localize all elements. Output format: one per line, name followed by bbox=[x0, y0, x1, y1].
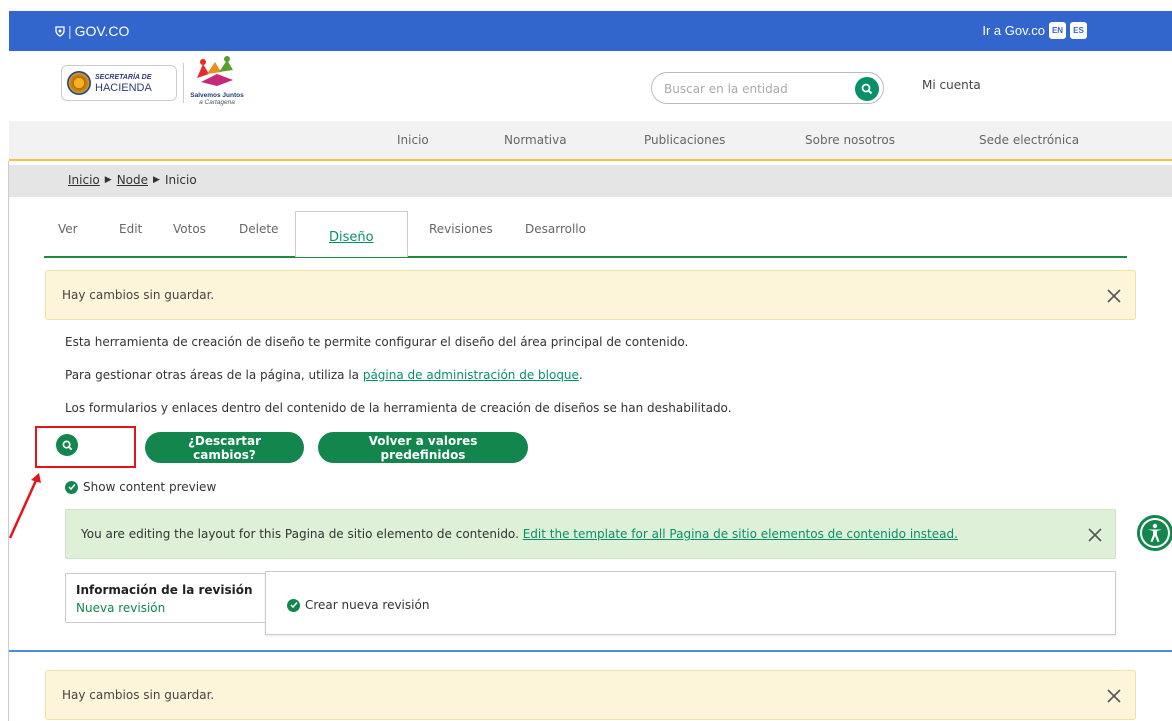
search-button[interactable] bbox=[855, 77, 879, 101]
chevron-right-icon: ▶ bbox=[153, 175, 160, 185]
govco-link[interactable]: Ir a Gov.co bbox=[982, 23, 1045, 38]
checkmark-icon bbox=[287, 598, 300, 612]
unsaved-alert-bottom: Hay cambios sin guardar. bbox=[45, 670, 1136, 720]
create-revision-checkbox[interactable]: Crear nueva revisión bbox=[287, 598, 429, 612]
intro-paragraph-3: Los formularios y enlaces dentro del con… bbox=[65, 401, 732, 415]
unsaved-alert-bottom-text: Hay cambios sin guardar. bbox=[62, 688, 215, 702]
lang-en-button[interactable]: EN bbox=[1049, 22, 1066, 39]
annotation-highlight-box bbox=[35, 426, 136, 468]
tab-delete[interactable]: Delete bbox=[239, 222, 278, 236]
close-icon[interactable] bbox=[1106, 688, 1122, 704]
intro-paragraph-1: Esta herramienta de creación de diseño t… bbox=[65, 335, 689, 349]
section-divider bbox=[9, 650, 1172, 652]
chevron-right-icon: ▶ bbox=[104, 175, 112, 185]
create-revision-label: Crear nueva revisión bbox=[305, 598, 430, 612]
intro-paragraph-2-end: . bbox=[578, 368, 583, 382]
seal-icon bbox=[67, 71, 91, 95]
content-preview-toggle[interactable]: Show content preview bbox=[65, 480, 216, 494]
breadcrumb-inicio[interactable]: Inicio bbox=[68, 173, 100, 187]
search-input[interactable] bbox=[664, 79, 834, 99]
tab-edit[interactable]: Edit bbox=[119, 222, 142, 236]
left-rail bbox=[8, 161, 9, 721]
govco-logo-text: GOV.CO bbox=[74, 23, 130, 39]
nav-item-sede-electronica[interactable]: Sede electrónica bbox=[979, 133, 1079, 147]
revision-info-summary: Nueva revisión bbox=[76, 601, 166, 615]
nav-item-publicaciones[interactable]: Publicaciones bbox=[644, 133, 725, 147]
revision-info-panel: Crear nueva revisión bbox=[265, 571, 1116, 635]
close-icon[interactable] bbox=[1106, 288, 1122, 304]
brand-line2: a Cartagena bbox=[199, 99, 235, 106]
unsaved-alert: Hay cambios sin guardar. bbox=[45, 270, 1136, 320]
search-toggle-button[interactable] bbox=[56, 434, 78, 456]
tab-revisiones[interactable]: Revisiones bbox=[429, 222, 493, 236]
layout-info-message: You are editing the layout for this Pagi… bbox=[81, 527, 523, 541]
annotation-arrow-icon bbox=[8, 473, 41, 539]
account-link[interactable]: Mi cuenta bbox=[922, 78, 981, 92]
accessibility-icon bbox=[1142, 520, 1168, 546]
discard-changes-button[interactable]: ¿Descartar cambios? bbox=[145, 432, 304, 463]
tab-diseno[interactable]: Diseño bbox=[295, 211, 408, 257]
edit-template-link[interactable]: Edit the template for all Pagina de siti… bbox=[523, 527, 958, 541]
revision-info-tab[interactable]: Información de la revisión Nueva revisió… bbox=[65, 573, 266, 623]
intro-paragraph-2-text: Para gestionar otras áreas de la página,… bbox=[65, 368, 363, 382]
brand-mark-icon bbox=[197, 56, 233, 86]
intro-paragraph-2: Para gestionar otras áreas de la página,… bbox=[65, 368, 583, 382]
site-search bbox=[651, 72, 884, 104]
lang-es-button[interactable]: ES bbox=[1070, 22, 1087, 39]
block-admin-link[interactable]: página de administración de bloque bbox=[363, 368, 579, 382]
salvemos-logo: Salvemos Juntos a Cartagena bbox=[181, 56, 253, 116]
logo-line2: HACIENDA bbox=[95, 82, 152, 94]
local-tasks-tabs: Ver Edit Votos Delete Diseño Revisiones … bbox=[44, 208, 1127, 258]
search-icon bbox=[861, 83, 873, 95]
govco-bar: | GOV.CO Ir a Gov.co EN ES bbox=[9, 11, 1172, 51]
tab-votos[interactable]: Votos bbox=[173, 222, 206, 236]
accessibility-button[interactable] bbox=[1137, 515, 1172, 551]
revision-info-title: Información de la revisión bbox=[76, 583, 253, 597]
content-preview-label: Show content preview bbox=[83, 480, 217, 494]
hacienda-logo[interactable]: SECRETARÍA DE HACIENDA bbox=[61, 65, 177, 101]
govco-logo[interactable]: | GOV.CO bbox=[55, 23, 129, 39]
search-icon bbox=[62, 440, 72, 450]
layout-info-text: You are editing the layout for this Pagi… bbox=[81, 527, 958, 541]
hacienda-logo-text: SECRETARÍA DE HACIENDA bbox=[95, 73, 152, 94]
breadcrumb-node[interactable]: Node bbox=[117, 173, 148, 187]
nav-item-normativa[interactable]: Normativa bbox=[504, 133, 567, 147]
tab-desarrollo[interactable]: Desarrollo bbox=[525, 222, 586, 236]
close-icon[interactable] bbox=[1087, 527, 1103, 543]
unsaved-alert-text: Hay cambios sin guardar. bbox=[62, 288, 215, 302]
govco-right: Ir a Gov.co EN ES bbox=[982, 22, 1087, 39]
nav-item-sobre-nosotros[interactable]: Sobre nosotros bbox=[805, 133, 895, 147]
checkmark-icon bbox=[65, 480, 78, 494]
layout-info-alert: You are editing the layout for this Pagi… bbox=[65, 509, 1116, 559]
site-header: SECRETARÍA DE HACIENDA Salvemos Juntos a… bbox=[9, 51, 1172, 121]
brand-text: Salvemos Juntos a Cartagena bbox=[181, 92, 253, 106]
breadcrumb: Inicio ▶ Node ▶ Inicio bbox=[9, 165, 1172, 197]
nav-item-inicio[interactable]: Inicio bbox=[397, 133, 429, 147]
revert-defaults-button[interactable]: Volver a valores predefinidos bbox=[318, 432, 528, 463]
brand-line1: Salvemos Juntos bbox=[190, 92, 244, 99]
shield-icon bbox=[55, 25, 65, 37]
tab-ver[interactable]: Ver bbox=[58, 222, 78, 236]
breadcrumb-current: Inicio bbox=[164, 173, 197, 187]
main-nav: Inicio Normativa Publicaciones Sobre nos… bbox=[9, 121, 1172, 161]
